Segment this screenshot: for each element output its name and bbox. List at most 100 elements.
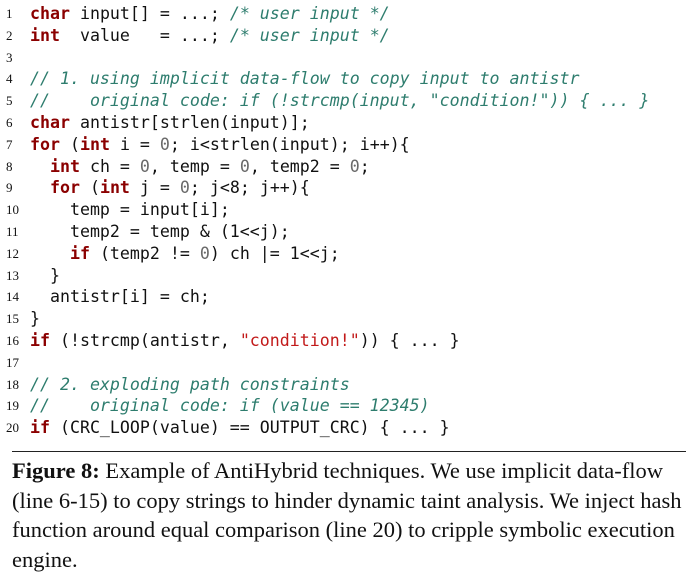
code-token: , temp =: [149, 156, 240, 176]
code-line: 7 for (int i = 0; i<strlen(input); i++){: [6, 134, 696, 156]
code-line: 18 // 2. exploding path constraints: [6, 374, 696, 396]
code-token: "condition!": [239, 330, 360, 350]
line-number: 2: [6, 27, 13, 43]
code-token: 0: [239, 156, 250, 176]
code-text: int value = ...; /* user input */: [30, 25, 390, 47]
code-token: , temp2 =: [249, 156, 350, 176]
code-token: ;: [359, 156, 370, 176]
code-line: 1 char input[] = ...; /* user input */: [6, 3, 696, 25]
code-token: 0: [159, 134, 170, 154]
line-number: 11: [6, 223, 19, 239]
code-token: antistr[strlen(input)];: [69, 112, 310, 132]
line-number: 12: [6, 245, 19, 261]
code-text: // 2. exploding path constraints: [30, 374, 350, 396]
code-token: int: [49, 156, 80, 176]
code-text: if (!strcmp(antistr, "condition!")) { ..…: [30, 330, 460, 352]
code-line: 4 // 1. using implicit data-flow to copy …: [6, 68, 696, 90]
figure-caption: Figure 8: Example of AntiHybrid techniqu…: [12, 456, 692, 574]
code-line: 6 char antistr[strlen(input)];: [6, 112, 696, 134]
line-number: 9: [6, 180, 13, 196]
code-token: // original code: if (!strcmp(input, "co…: [30, 91, 650, 111]
code-text: for (int i = 0; i<strlen(input); i++){: [30, 134, 410, 156]
code-token: (: [59, 134, 80, 154]
code-token: ch =: [79, 156, 140, 176]
line-number: 10: [6, 202, 19, 218]
code-token: ) ch |= 1<<j;: [209, 243, 340, 263]
line-number: 5: [6, 93, 13, 109]
code-text: char input[] = ...; /* user input */: [30, 3, 390, 25]
code-token: if: [30, 330, 50, 350]
code-line: 11 temp2 = temp & (1<<j);: [6, 221, 696, 243]
line-number: 15: [6, 311, 19, 327]
code-token: )) { ... }: [359, 330, 460, 350]
line-number: 3: [6, 49, 13, 65]
line-number: 17: [6, 354, 19, 370]
code-text: if (CRC_LOOP(value) == OUTPUT_CRC) { ...…: [30, 417, 450, 439]
code-token: ; i<strlen(input); i++){: [169, 134, 410, 154]
code-line: 15}: [6, 308, 696, 330]
line-number: 14: [6, 289, 19, 305]
code-token: 0: [139, 156, 150, 176]
code-line: 2 int value = ...; /* user input */: [6, 25, 696, 47]
code-token: if: [30, 418, 50, 438]
code-line: 16 if (!strcmp(antistr, "condition!")) { …: [6, 330, 696, 352]
code-line: 9 for (int j = 0; j<8; j++){: [6, 177, 696, 199]
code-token: input[] = ...;: [69, 4, 230, 23]
code-token: (temp2 !=: [89, 243, 200, 263]
line-number: 4: [6, 71, 13, 87]
code-token: 0: [199, 243, 210, 263]
code-text: }: [30, 265, 60, 287]
code-token: int: [79, 134, 110, 154]
figure-label: Figure 8:: [12, 458, 100, 483]
code-token: if: [69, 243, 90, 263]
line-number: 13: [6, 267, 19, 283]
code-text: }: [30, 308, 40, 330]
line-number: 16: [6, 332, 19, 348]
code-token: /* user input */: [229, 4, 390, 23]
line-number: 18: [6, 376, 19, 392]
code-token: temp = input[i];: [30, 200, 230, 220]
code-token: int: [30, 25, 60, 45]
code-token: 0: [349, 156, 360, 176]
code-token: // 2. exploding path constraints: [30, 374, 350, 394]
line-number: 6: [6, 114, 13, 130]
code-line: 5 // original code: if (!strcmp(input, "c…: [6, 90, 696, 112]
code-line: 19 // original code: if (value == 12345): [6, 395, 696, 417]
code-token: // original code: if (value == 12345): [30, 396, 430, 416]
code-line: 17: [6, 352, 696, 374]
code-token: int: [99, 178, 130, 198]
code-line: 14 antistr[i] = ch;: [6, 286, 696, 308]
code-token: ; j<8; j++){: [189, 178, 310, 198]
code-token: for: [49, 178, 80, 198]
code-token: (CRC_LOOP(value) == OUTPUT_CRC) { ... }: [49, 418, 450, 438]
code-text: int ch = 0, temp = 0, temp2 = 0;: [30, 156, 370, 178]
caption-text: Example of AntiHybrid techniques. We use…: [12, 458, 682, 572]
code-text: // 1. using implicit data-flow to copy i…: [30, 68, 579, 90]
code-text: antistr[i] = ch;: [30, 286, 210, 308]
code-token: antistr[i] = ch;: [30, 287, 210, 307]
code-token: char: [30, 112, 70, 132]
code-token: /* user input */: [229, 25, 390, 45]
code-text: for (int j = 0; j<8; j++){: [30, 177, 310, 199]
code-line: 20 if (CRC_LOOP(value) == OUTPUT_CRC) { .…: [6, 417, 696, 439]
code-text: if (temp2 != 0) ch |= 1<<j;: [30, 243, 340, 265]
code-text: // original code: if (value == 12345): [30, 395, 430, 417]
code-token: }: [30, 309, 40, 329]
line-number: 19: [6, 398, 19, 414]
code-token: i =: [109, 134, 160, 154]
code-text: char antistr[strlen(input)];: [30, 112, 310, 134]
code-token: j =: [129, 178, 180, 198]
code-token: value = ...;: [59, 25, 230, 45]
code-token: char: [30, 4, 70, 23]
code-token: // 1. using implicit data-flow to copy i…: [30, 69, 580, 89]
line-number: 20: [6, 420, 19, 436]
code-token: temp2 = temp & (1<<j);: [30, 221, 290, 241]
caption-divider: [12, 451, 686, 452]
code-text: temp2 = temp & (1<<j);: [30, 221, 290, 243]
code-line: 12 if (temp2 != 0) ch |= 1<<j;: [6, 243, 696, 265]
code-listing: 1 char input[] = ...; /* user input */ 2 in…: [6, 3, 696, 439]
code-line: 13 }: [6, 265, 696, 287]
code-token: for: [30, 134, 60, 154]
